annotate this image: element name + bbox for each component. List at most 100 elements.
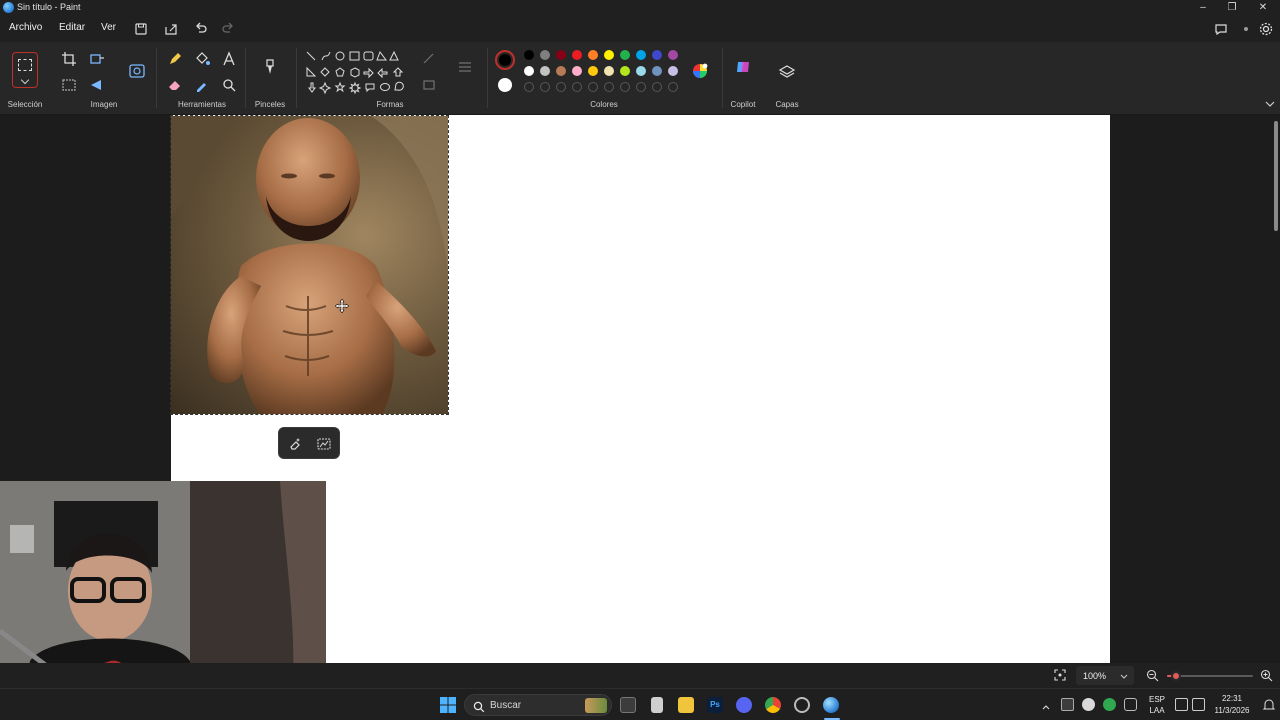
save-icon[interactable] xyxy=(133,21,149,37)
eraser-icon[interactable] xyxy=(166,76,184,94)
shapes-gallery[interactable] xyxy=(302,50,408,96)
color-swatch[interactable] xyxy=(636,66,646,76)
chrome-icon[interactable] xyxy=(765,697,781,713)
onedrive-icon[interactable] xyxy=(1082,698,1095,711)
settings-gear-icon[interactable] xyxy=(1258,21,1274,37)
fill-bucket-icon[interactable] xyxy=(193,50,211,68)
primary-color-button[interactable] xyxy=(495,50,515,70)
custom-color-slot[interactable] xyxy=(620,82,630,92)
custom-color-slot[interactable] xyxy=(524,82,534,92)
photoshop-icon[interactable]: Ps xyxy=(707,697,723,713)
vertical-scrollbar[interactable] xyxy=(1274,121,1278,231)
notification-bell-icon[interactable] xyxy=(1262,698,1276,712)
group-label-selection: Selección xyxy=(7,100,43,109)
custom-color-slot[interactable] xyxy=(604,82,614,92)
color-swatch[interactable] xyxy=(604,66,614,76)
image-select-icon[interactable] xyxy=(128,62,146,80)
microphone-icon[interactable] xyxy=(1124,698,1137,711)
volume-icon[interactable] xyxy=(1192,698,1205,711)
menu-archivo[interactable]: Archivo xyxy=(9,22,42,33)
input-language[interactable]: ESP xyxy=(1145,695,1169,704)
shape-outline-icon[interactable] xyxy=(420,50,438,68)
restore-button[interactable]: ❐ xyxy=(1217,0,1247,16)
custom-color-slot[interactable] xyxy=(636,82,646,92)
notepad-icon[interactable] xyxy=(651,697,663,713)
menu-editar[interactable]: Editar xyxy=(59,22,85,33)
zoom-in-icon[interactable] xyxy=(1260,669,1273,682)
color-picker-icon[interactable] xyxy=(193,76,211,94)
color-swatch[interactable] xyxy=(524,66,534,76)
remove-background-icon[interactable] xyxy=(316,436,332,452)
taskbar-search-box[interactable]: Buscar xyxy=(464,694,612,716)
color-swatch[interactable] xyxy=(572,50,582,60)
copilot-icon[interactable] xyxy=(734,58,752,76)
color-swatch[interactable] xyxy=(556,50,566,60)
color-swatch[interactable] xyxy=(540,66,550,76)
zoom-select[interactable]: 100% xyxy=(1076,666,1134,685)
paint-taskbar-icon[interactable] xyxy=(823,697,839,713)
color-swatch[interactable] xyxy=(668,50,678,60)
resize-icon[interactable] xyxy=(88,50,106,68)
color-swatch[interactable] xyxy=(572,66,582,76)
pencil-icon[interactable] xyxy=(166,50,184,68)
clock-date[interactable]: 11/3/2026 xyxy=(1208,706,1256,715)
color-swatch[interactable] xyxy=(556,66,566,76)
custom-color-slot[interactable] xyxy=(588,82,598,92)
text-icon[interactable] xyxy=(220,50,238,68)
magnifier-icon[interactable] xyxy=(220,76,238,94)
undo-icon[interactable] xyxy=(193,21,209,37)
edit-colors-icon[interactable] xyxy=(691,62,709,80)
close-button[interactable]: ✕ xyxy=(1248,0,1278,16)
custom-color-slot[interactable] xyxy=(572,82,582,92)
feedback-icon[interactable] xyxy=(1213,21,1229,37)
color-swatch[interactable] xyxy=(636,50,646,60)
custom-color-slot[interactable] xyxy=(668,82,678,92)
windows-start-icon[interactable] xyxy=(440,697,456,713)
zoom-slider-thumb[interactable] xyxy=(1170,671,1181,681)
color-swatch[interactable] xyxy=(604,50,614,60)
color-swatch[interactable] xyxy=(668,66,678,76)
line-size-icon[interactable] xyxy=(456,58,474,76)
custom-color-slot[interactable] xyxy=(556,82,566,92)
zoom-out-icon[interactable] xyxy=(1146,669,1159,682)
fit-to-window-icon[interactable] xyxy=(1053,668,1067,682)
zoom-slider[interactable] xyxy=(1167,671,1253,681)
discord-icon[interactable] xyxy=(736,697,752,713)
selected-image[interactable] xyxy=(170,115,449,415)
custom-color-slot[interactable] xyxy=(652,82,662,92)
chevron-down-icon xyxy=(1118,669,1130,681)
menu-ver[interactable]: Ver xyxy=(101,22,116,33)
color-swatch[interactable] xyxy=(588,66,598,76)
minimize-button[interactable]: – xyxy=(1188,0,1218,16)
color-swatch[interactable] xyxy=(652,50,662,60)
color-swatch[interactable] xyxy=(652,66,662,76)
share-icon[interactable] xyxy=(163,21,179,37)
secondary-color-button[interactable] xyxy=(498,78,512,92)
network-icon[interactable] xyxy=(1175,698,1188,711)
account-icon[interactable] xyxy=(1238,21,1254,37)
color-swatch[interactable] xyxy=(524,50,534,60)
steam-icon[interactable] xyxy=(794,697,810,713)
color-swatch[interactable] xyxy=(588,50,598,60)
clock-time[interactable]: 22:31 xyxy=(1208,694,1256,703)
keyboard-layout[interactable]: LAA xyxy=(1145,706,1169,715)
color-swatch[interactable] xyxy=(620,66,630,76)
selection-tool-button[interactable] xyxy=(12,52,38,88)
shape-fill-icon[interactable] xyxy=(420,76,438,94)
layers-icon[interactable] xyxy=(778,63,796,81)
xbox-icon[interactable] xyxy=(1103,698,1116,711)
flip-icon[interactable] xyxy=(88,76,106,94)
color-swatch[interactable] xyxy=(620,50,630,60)
generative-erase-icon[interactable] xyxy=(287,436,303,452)
task-view-icon[interactable] xyxy=(620,697,636,713)
brush-icon[interactable] xyxy=(261,58,279,76)
color-swatch[interactable] xyxy=(540,50,550,60)
chevron-down-icon[interactable] xyxy=(1262,96,1280,114)
redo-icon[interactable] xyxy=(220,21,236,37)
file-explorer-icon[interactable] xyxy=(678,697,694,713)
custom-color-slot[interactable] xyxy=(540,82,550,92)
remove-background-icon[interactable] xyxy=(60,76,78,94)
chevron-up-icon[interactable] xyxy=(1041,699,1051,710)
tray-sync-icon[interactable] xyxy=(1061,698,1074,711)
crop-icon[interactable] xyxy=(60,50,78,68)
